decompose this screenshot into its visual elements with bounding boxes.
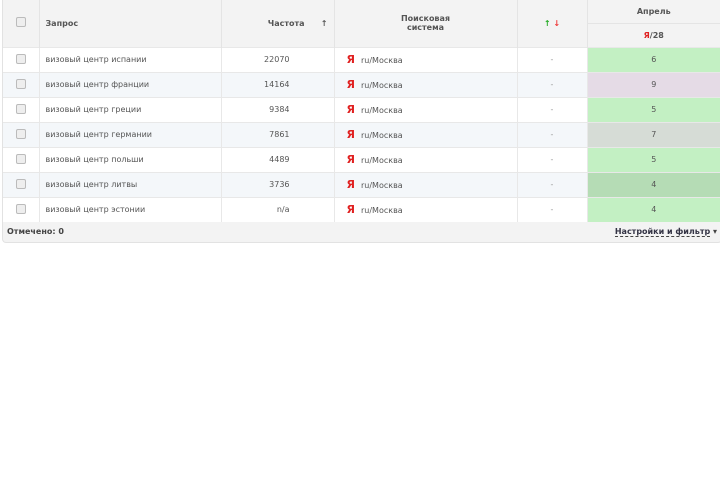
query-header[interactable]: Запрос xyxy=(39,0,222,47)
engine-cell: Яru/Москва xyxy=(334,196,518,222)
position-cell: 5 xyxy=(587,96,720,122)
arrow-up-icon: ↑ xyxy=(543,18,551,28)
row-checkbox[interactable] xyxy=(15,103,26,114)
table-row: визовый центр греции 9384 Яru/Москва - 5 xyxy=(3,96,720,122)
yandex-icon: Я xyxy=(346,53,355,66)
row-select-cell xyxy=(3,171,40,197)
table-footer: Отмечено: 0 Настройки и фильтр ▾ xyxy=(3,222,720,242)
row-select-cell xyxy=(3,46,40,72)
engine-header-label: Поисковая система xyxy=(400,14,451,33)
frequency-cell: n/a xyxy=(221,196,335,222)
region-label: ru/Москва xyxy=(360,106,403,115)
frequency-header[interactable]: Частота ↑ xyxy=(221,0,335,47)
yandex-icon: Я xyxy=(346,203,355,216)
engine-cell: Яru/Москва xyxy=(334,146,518,172)
keywords-table-panel: Запрос Частота ↑ Поисковая система ↑ ↓ Ап… xyxy=(2,0,720,243)
row-checkbox[interactable] xyxy=(15,128,26,139)
position-cell: 7 xyxy=(587,121,720,147)
row-select-cell xyxy=(3,71,40,97)
region-label: ru/Москва xyxy=(360,56,403,65)
row-select-cell xyxy=(3,196,40,222)
frequency-cell: 3736 xyxy=(221,171,335,197)
row-select-cell xyxy=(3,96,40,122)
yandex-icon: Я xyxy=(346,128,355,141)
query-cell[interactable]: визовый центр испании xyxy=(39,46,222,72)
region-label: ru/Москва xyxy=(360,156,403,165)
frequency-cell: 4489 xyxy=(221,146,335,172)
engine-cell: Яru/Москва xyxy=(334,121,518,147)
region-label: ru/Москва xyxy=(360,181,403,190)
change-cell: - xyxy=(517,96,588,122)
position-cell: 9 xyxy=(587,71,720,97)
region-label: ru/Москва xyxy=(360,131,403,140)
frequency-label: Частота xyxy=(267,18,305,28)
change-cell: - xyxy=(517,196,588,222)
engine-cell: Яru/Москва xyxy=(334,96,518,122)
month-header: Апрель xyxy=(587,0,720,24)
engine-cell: Яru/Москва xyxy=(334,171,518,197)
position-total: /28 xyxy=(649,30,664,40)
position-cell: 4 xyxy=(587,196,720,222)
yandex-icon: Я xyxy=(346,178,355,191)
checked-count: Отмечено: 0 xyxy=(7,226,64,236)
change-cell: - xyxy=(517,46,588,72)
position-cell: 4 xyxy=(587,171,720,197)
row-select-cell xyxy=(3,121,40,147)
yandex-icon: Я xyxy=(346,103,355,116)
chevron-down-icon: ▾ xyxy=(712,226,717,236)
query-cell[interactable]: визовый центр греции xyxy=(39,96,222,122)
arrow-down-icon: ↓ xyxy=(553,18,561,28)
change-cell: - xyxy=(517,171,588,197)
sort-asc-icon: ↑ xyxy=(320,18,328,28)
settings-filter-link[interactable]: Настройки и фильтр ▾ xyxy=(614,226,717,237)
query-cell[interactable]: визовый центр франции xyxy=(39,71,222,97)
keywords-table: Запрос Частота ↑ Поисковая система ↑ ↓ Ап… xyxy=(3,0,720,222)
position-subheader: Я/28 xyxy=(587,23,720,47)
frequency-cell: 22070 xyxy=(221,46,335,72)
engine-header: Поисковая система xyxy=(334,0,518,47)
select-all-header xyxy=(3,0,40,47)
change-cell: - xyxy=(517,146,588,172)
position-cell: 5 xyxy=(587,146,720,172)
region-label: ru/Москва xyxy=(360,81,403,90)
frequency-cell: 14164 xyxy=(221,71,335,97)
frequency-cell: 7861 xyxy=(221,121,335,147)
table-row: визовый центр польши 4489 Яru/Москва - 5 xyxy=(3,146,720,172)
row-checkbox[interactable] xyxy=(15,53,26,64)
yandex-icon: Я xyxy=(346,78,355,91)
table-row: визовый центр франции 14164 Яru/Москва -… xyxy=(3,71,720,97)
settings-filter-label: Настройки и фильтр xyxy=(614,226,711,237)
row-checkbox[interactable] xyxy=(15,178,26,189)
change-header[interactable]: ↑ ↓ xyxy=(517,0,588,47)
row-checkbox[interactable] xyxy=(15,78,26,89)
table-row: визовый центр испании 22070 Яru/Москва -… xyxy=(3,46,720,72)
row-select-cell xyxy=(3,146,40,172)
row-checkbox[interactable] xyxy=(15,153,26,164)
position-cell: 6 xyxy=(587,46,720,72)
query-cell[interactable]: визовый центр эстонии xyxy=(39,196,222,222)
query-cell[interactable]: визовый центр литвы xyxy=(39,171,222,197)
select-all-checkbox[interactable] xyxy=(15,17,26,28)
change-cell: - xyxy=(517,121,588,147)
change-cell: - xyxy=(517,71,588,97)
table-row: визовый центр литвы 3736 Яru/Москва - 4 xyxy=(3,171,720,197)
frequency-cell: 9384 xyxy=(221,96,335,122)
query-cell[interactable]: визовый центр германии xyxy=(39,121,222,147)
region-label: ru/Москва xyxy=(360,206,403,215)
table-row: визовый центр германии 7861 Яru/Москва -… xyxy=(3,121,720,147)
engine-cell: Яru/Москва xyxy=(334,46,518,72)
row-checkbox[interactable] xyxy=(15,203,26,214)
engine-cell: Яru/Москва xyxy=(334,71,518,97)
table-row: визовый центр эстонии n/a Яru/Москва - 4 xyxy=(3,196,720,222)
yandex-icon: Я xyxy=(346,153,355,166)
query-cell[interactable]: визовый центр польши xyxy=(39,146,222,172)
